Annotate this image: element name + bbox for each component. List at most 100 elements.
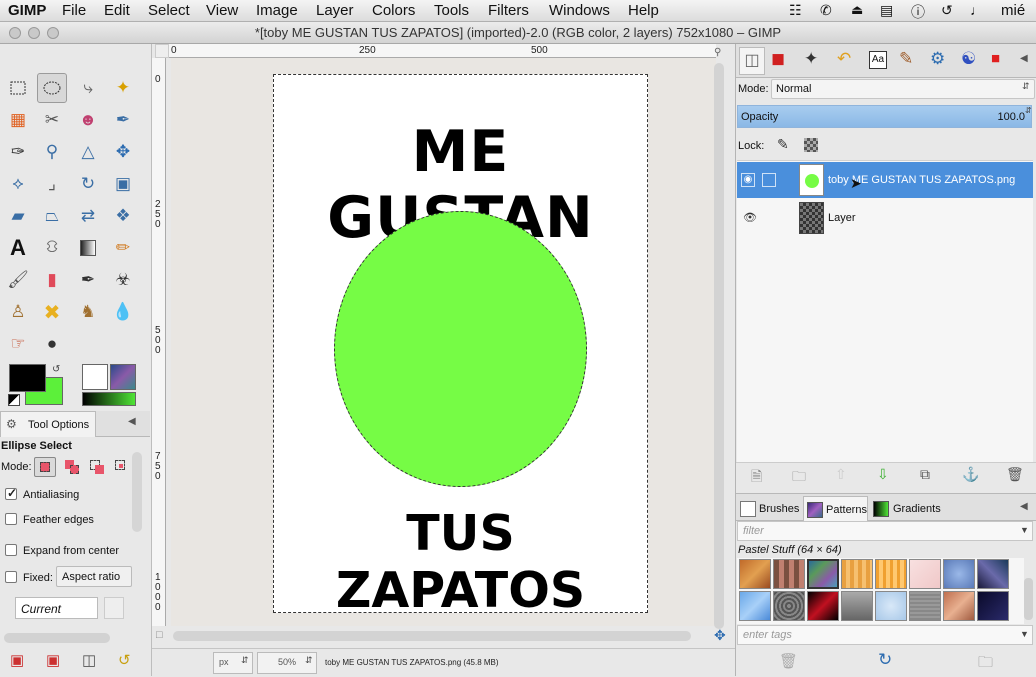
foreground-select-icon[interactable]: ☻	[73, 105, 103, 135]
channels-tab-icon[interactable]: ◼	[771, 49, 785, 69]
open-pattern-folder-icon[interactable]: 🗀	[978, 652, 993, 677]
menu-select[interactable]: Select	[148, 2, 190, 19]
pattern-swatch[interactable]	[773, 591, 805, 621]
tool-options-scrollbar[interactable]	[132, 452, 142, 532]
layer-row-0[interactable]: ◉ toby ME GUSTAN TUS ZAPATOS.png	[737, 162, 1033, 198]
rotate-icon[interactable]: ↻	[73, 169, 103, 199]
select-by-color-icon[interactable]: ▦	[3, 105, 33, 135]
eject-icon[interactable]: ⏏	[851, 2, 863, 18]
pattern-grid-scrollbar[interactable]	[1024, 578, 1033, 620]
navigate-icon[interactable]: ✥	[714, 627, 726, 644]
lock-alpha-icon[interactable]	[804, 138, 818, 152]
zoom-icon[interactable]: ⚲	[37, 137, 67, 167]
rect-select-icon[interactable]	[3, 73, 33, 103]
free-select-icon[interactable]: ⤷	[73, 73, 103, 103]
menu-filters[interactable]: Filters	[488, 2, 529, 19]
menu-edit[interactable]: Edit	[104, 2, 130, 19]
fixed-checkbox[interactable]	[5, 571, 17, 583]
tool-options-tab[interactable]: ⚙ Tool Options	[0, 411, 96, 437]
zoom-dropdown[interactable]: 50% ⇵	[257, 652, 317, 674]
menu-file[interactable]: File	[62, 2, 86, 19]
delete-pattern-icon[interactable]: 🗑	[779, 652, 798, 670]
shear-icon[interactable]: ▰	[3, 201, 33, 231]
fuzzy-select-icon[interactable]: ✦	[108, 73, 138, 103]
tool-presets-tab-icon[interactable]: ☯	[961, 49, 976, 69]
unit-dropdown[interactable]: px ⇵	[213, 652, 253, 674]
menu-layer[interactable]: Layer	[316, 2, 354, 19]
layer-visibility-eye-icon[interactable]: ◉	[741, 173, 755, 187]
tool-options-hscrollbar[interactable]	[4, 633, 110, 643]
menu-windows[interactable]: Windows	[549, 2, 610, 19]
patterns-tab[interactable]: Patterns	[803, 496, 868, 522]
refresh-patterns-icon[interactable]: ↻	[878, 650, 892, 670]
mode-add-button[interactable]	[61, 457, 83, 477]
pattern-swatch[interactable]	[841, 559, 873, 589]
gradient-preview[interactable]	[82, 392, 136, 406]
fonts-tab-icon[interactable]: Aa	[869, 51, 887, 69]
anchor-layer-icon[interactable]: ⚓	[962, 466, 979, 483]
mode-replace-button[interactable]	[34, 457, 56, 477]
expand-from-center-checkbox[interactable]	[5, 544, 17, 556]
pattern-swatch[interactable]	[909, 591, 941, 621]
images-tab-icon[interactable]: ■	[991, 50, 1000, 67]
layer-visibility-eye-icon[interactable]: 👁	[743, 211, 757, 224]
brushes-tab-icon[interactable]: ✎	[899, 49, 913, 69]
ink-icon[interactable]: ☣	[108, 265, 138, 295]
phone-icon[interactable]: ✆	[820, 2, 832, 19]
blend-icon[interactable]	[73, 233, 103, 263]
gradients-tab[interactable]: Gradients	[871, 498, 946, 520]
default-colors-icon[interactable]	[8, 394, 20, 406]
eraser-icon[interactable]: ▮	[37, 265, 67, 295]
menu-help[interactable]: Help	[628, 2, 659, 19]
crop-icon[interactable]: ⌟	[37, 169, 67, 199]
delete-tool-preset-icon[interactable]: ◫	[82, 651, 96, 669]
move-icon[interactable]: ✥	[108, 137, 138, 167]
pattern-filter-input[interactable]: filter ▼	[737, 521, 1033, 541]
patterns-tab-menu-icon[interactable]: ◀	[1020, 501, 1028, 512]
swap-colors-icon[interactable]: ↺	[52, 364, 60, 375]
pattern-swatch[interactable]	[773, 559, 805, 589]
wifi-icon[interactable]: ☷	[789, 2, 802, 19]
layer-name-1[interactable]: Layer	[828, 212, 856, 224]
pattern-swatch[interactable]	[807, 591, 839, 621]
paths-tab-icon[interactable]: ✦	[804, 49, 818, 69]
cage-transform-icon[interactable]: ❖	[108, 201, 138, 231]
feather-edges-checkbox[interactable]	[5, 513, 17, 525]
pattern-swatch[interactable]	[739, 591, 771, 621]
display-icon[interactable]: ▤	[880, 2, 893, 19]
text-tool-icon[interactable]: A	[3, 233, 33, 263]
zoom-to-fit-icon[interactable]: ⚲	[714, 47, 721, 58]
paths-icon[interactable]: ✒	[108, 105, 138, 135]
new-layer-icon[interactable]: 🗎	[751, 466, 762, 490]
scissors-icon[interactable]: ✂	[37, 105, 67, 135]
layer-chain-toggle[interactable]	[762, 173, 776, 187]
perspective-icon[interactable]: ⏢	[37, 201, 67, 231]
brush-preview[interactable]	[82, 364, 108, 390]
volume-icon[interactable]: ♩	[970, 2, 984, 18]
dock-tab-menu-icon[interactable]: ◀	[1020, 53, 1028, 64]
pattern-swatch[interactable]	[977, 591, 1009, 621]
pattern-swatch[interactable]	[943, 591, 975, 621]
lock-pixels-icon[interactable]: ✎	[777, 136, 789, 153]
lower-layer-icon[interactable]: ⇩	[877, 466, 889, 483]
undo-history-tab-icon[interactable]: ↶	[837, 49, 851, 69]
canvas-vscrollbar[interactable]	[714, 63, 724, 629]
pattern-swatch[interactable]	[841, 591, 873, 621]
reset-tool-options-icon[interactable]: ↺	[118, 651, 131, 669]
current-toggle-button[interactable]	[104, 597, 124, 619]
menu-tools[interactable]: Tools	[434, 2, 469, 19]
pattern-tags-input[interactable]: enter tags ▼	[737, 625, 1033, 645]
quick-mask-toggle[interactable]: □	[156, 629, 163, 641]
image-canvas[interactable]: ME GUSTAN TUS ZAPATOS	[273, 74, 648, 619]
airbrush-icon[interactable]: ✒	[73, 265, 103, 295]
pattern-swatch[interactable]	[875, 591, 907, 621]
new-layer-group-icon[interactable]: 🗀	[792, 466, 806, 490]
opacity-spin[interactable]: ⇵	[1025, 106, 1032, 115]
pattern-swatch[interactable]	[739, 559, 771, 589]
restore-tool-preset-icon[interactable]: ▣	[46, 651, 60, 669]
mode-intersect-button[interactable]	[111, 457, 133, 477]
opacity-slider[interactable]: Opacity 100.0	[737, 105, 1032, 128]
heal-icon[interactable]: ✖	[37, 297, 67, 327]
paintbrush-icon[interactable]: 🖌	[3, 265, 33, 295]
raise-layer-icon[interactable]: ⇧	[835, 466, 847, 483]
